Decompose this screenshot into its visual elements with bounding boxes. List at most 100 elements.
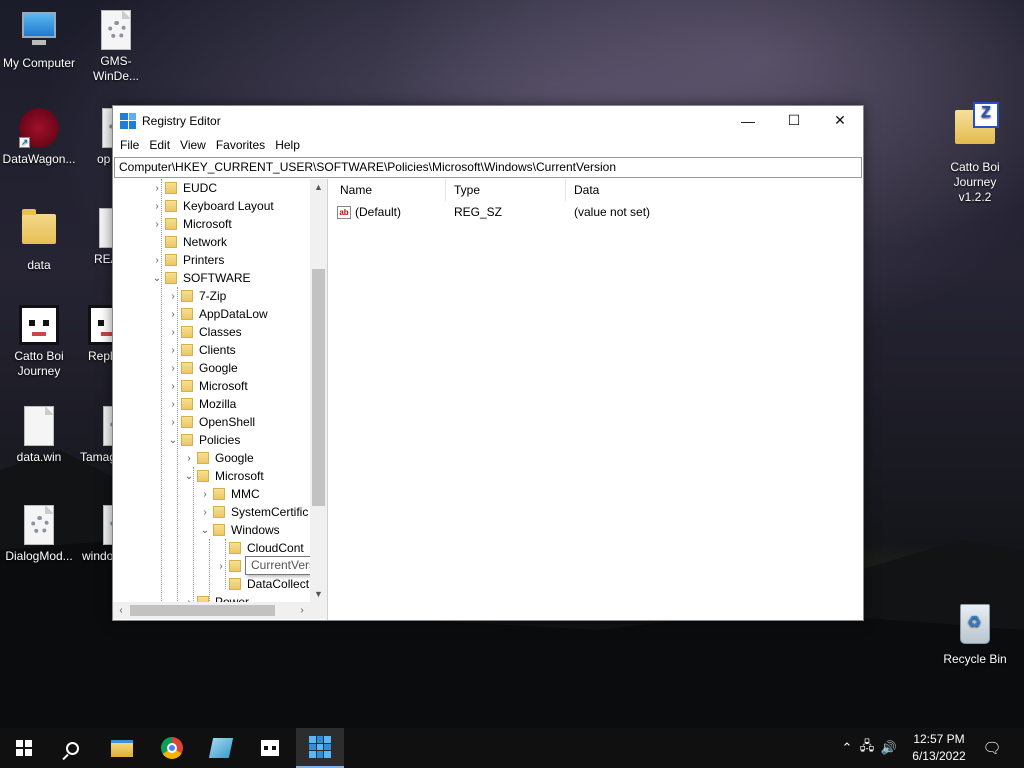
tree-item[interactable]: › Mozilla — [167, 395, 236, 413]
menu-favorites[interactable]: Favorites — [211, 135, 270, 156]
tree-item[interactable]: › Keyboard Layout — [151, 197, 273, 215]
address-bar[interactable]: Computer\HKEY_CURRENT_USER\SOFTWARE\Poli… — [114, 157, 862, 178]
tree-item[interactable]: DataCollect — [215, 575, 309, 593]
clock-time: 12:57 PM — [913, 732, 965, 746]
chevron-right-icon[interactable]: › — [199, 503, 211, 521]
tree-item[interactable]: Network — [151, 233, 227, 251]
chevron-down-icon[interactable]: ⌄ — [199, 521, 211, 539]
folder-icon — [165, 218, 177, 230]
chevron-down-icon[interactable]: ⌄ — [183, 467, 195, 485]
taskbar-file-explorer[interactable] — [98, 728, 146, 768]
registry-editor-window[interactable]: Registry Editor — ☐ ✕ File Edit View Fav… — [112, 105, 864, 621]
tree-item[interactable]: › OpenShell — [167, 413, 255, 431]
tree-item[interactable]: ⌄ SOFTWARE — [151, 269, 251, 287]
desktop-icon-data-win[interactable]: data.win — [1, 406, 77, 465]
desktop-icon-replay[interactable]: Repl — [78, 305, 112, 364]
tree-item-currentversion[interactable]: › — [215, 557, 247, 575]
desktop-icon-readme[interactable]: REA — [78, 208, 112, 267]
computer-icon — [22, 12, 56, 45]
key-tree-pane[interactable]: › EUDC › Keyboard Layout › Microsoft Networ… — [113, 179, 328, 620]
search-button[interactable] — [48, 728, 96, 768]
start-button[interactable] — [0, 728, 48, 768]
value-row[interactable]: ab (Default) REG_SZ (value not set) — [332, 201, 863, 223]
tree-item[interactable]: › Microsoft — [167, 377, 247, 395]
close-button[interactable]: ✕ — [817, 106, 863, 135]
tree-item[interactable]: ⌄ Policies — [167, 431, 241, 449]
taskbar-chrome[interactable] — [148, 728, 196, 768]
menu-help[interactable]: Help — [270, 135, 305, 156]
chevron-right-icon[interactable]: › — [167, 377, 179, 395]
chevron-down-icon[interactable]: ⌄ — [151, 269, 163, 287]
desktop-icon-dialogmod[interactable]: DialogMod... — [1, 505, 77, 564]
folder-icon — [165, 182, 177, 194]
taskbar-notepad[interactable] — [197, 728, 245, 768]
volume-icon[interactable]: 🔊 — [878, 740, 900, 756]
scroll-right-arrow-icon[interactable]: › — [294, 602, 310, 619]
tree-item[interactable]: ⌄ Windows — [199, 521, 280, 539]
chevron-right-icon[interactable]: › — [167, 287, 179, 305]
maximize-button[interactable]: ☐ — [771, 106, 817, 135]
chevron-right-icon[interactable]: › — [167, 395, 179, 413]
tree-item-label: CloudCont — [247, 541, 304, 555]
chevron-right-icon[interactable]: › — [167, 305, 179, 323]
chevron-right-icon[interactable]: › — [183, 449, 195, 467]
network-icon[interactable]: 🖧 — [856, 737, 878, 759]
tree-item[interactable]: › Google — [183, 449, 253, 467]
chevron-right-icon[interactable]: › — [151, 215, 163, 233]
desktop-icon-data-folder[interactable]: data — [1, 208, 77, 273]
minimize-button[interactable]: — — [725, 106, 771, 135]
tree-vertical-scrollbar[interactable]: ▲ ▼ — [310, 179, 327, 602]
desktop-icon-windo[interactable]: windo — [78, 505, 112, 564]
chevron-down-icon[interactable]: ⌄ — [167, 431, 179, 449]
show-hidden-icons-chevron-icon[interactable]: ⌃ — [838, 740, 856, 756]
tree-item[interactable]: › Microsoft — [151, 215, 231, 233]
tree-item[interactable]: › 7-Zip — [167, 287, 226, 305]
column-header-data[interactable]: Data — [566, 179, 766, 201]
desktop-icon-catto-boi[interactable]: Catto Boi Journey — [1, 305, 77, 379]
chevron-right-icon[interactable]: › — [151, 179, 163, 197]
column-header-type[interactable]: Type — [446, 179, 566, 201]
tree-item[interactable]: › Printers — [151, 251, 224, 269]
desktop-icon-gms-winde[interactable]: GMS-WinDe... — [78, 10, 154, 84]
tree-item[interactable]: CloudCont — [215, 539, 304, 557]
notification-center-icon[interactable]: 🗨 — [982, 739, 1001, 757]
desktop-icon-datawagon[interactable]: ↗ DataWagon... — [1, 108, 77, 167]
tree-item[interactable]: › Clients — [167, 341, 235, 359]
chevron-right-icon[interactable]: › — [167, 323, 179, 341]
tree-item[interactable]: › Classes — [167, 323, 241, 341]
taskbar-catto-boi[interactable] — [246, 728, 294, 768]
scroll-down-arrow-icon[interactable]: ▼ — [310, 586, 327, 602]
scroll-up-arrow-icon[interactable]: ▲ — [310, 179, 327, 195]
chevron-right-icon[interactable]: › — [215, 557, 227, 575]
tree-item[interactable]: › Google — [167, 359, 237, 377]
chevron-right-icon[interactable]: › — [167, 359, 179, 377]
chevron-right-icon[interactable]: › — [167, 341, 179, 359]
tree-item[interactable]: › AppDataLow — [167, 305, 267, 323]
scroll-thumb[interactable] — [130, 605, 275, 616]
column-header-name[interactable]: Name — [332, 179, 446, 201]
menu-file[interactable]: File — [115, 135, 144, 156]
tree-item[interactable]: › MMC — [199, 485, 259, 503]
tree-item[interactable]: › EUDC — [151, 179, 217, 197]
values-list-pane[interactable]: Name Type Data ab (Default) REG_SZ (value… — [332, 179, 863, 620]
chevron-right-icon[interactable]: › — [151, 197, 163, 215]
chevron-right-icon[interactable]: › — [167, 413, 179, 431]
menu-view[interactable]: View — [175, 135, 211, 156]
desktop-icon-recycle-bin[interactable]: Recycle Bin — [936, 604, 1014, 667]
tree-horizontal-scrollbar[interactable]: ‹ › — [113, 602, 310, 619]
scroll-left-arrow-icon[interactable]: ‹ — [113, 602, 129, 619]
desktop-icon-tamag[interactable]: Tamag — [78, 406, 112, 465]
chevron-right-icon[interactable]: › — [199, 485, 211, 503]
desktop-icon-my-computer[interactable]: My Computer — [1, 10, 77, 71]
tree-item-label: OpenShell — [199, 415, 256, 429]
scroll-thumb[interactable] — [312, 269, 325, 506]
desktop-icon-catto-boi-zip[interactable]: Catto Boi Journey v1.2.2 — [936, 102, 1014, 205]
tree-item[interactable]: › SystemCertific — [199, 503, 308, 521]
desktop-icon-op[interactable]: op — [78, 108, 112, 167]
tree-item[interactable]: ⌄ Microsoft — [183, 467, 264, 485]
menu-edit[interactable]: Edit — [144, 135, 175, 156]
clock[interactable]: 12:57 PM 6/13/2022 — [900, 731, 978, 765]
title-bar[interactable]: Registry Editor — ☐ ✕ — [113, 106, 863, 135]
taskbar-registry-editor[interactable] — [296, 728, 344, 768]
chevron-right-icon[interactable]: › — [151, 251, 163, 269]
